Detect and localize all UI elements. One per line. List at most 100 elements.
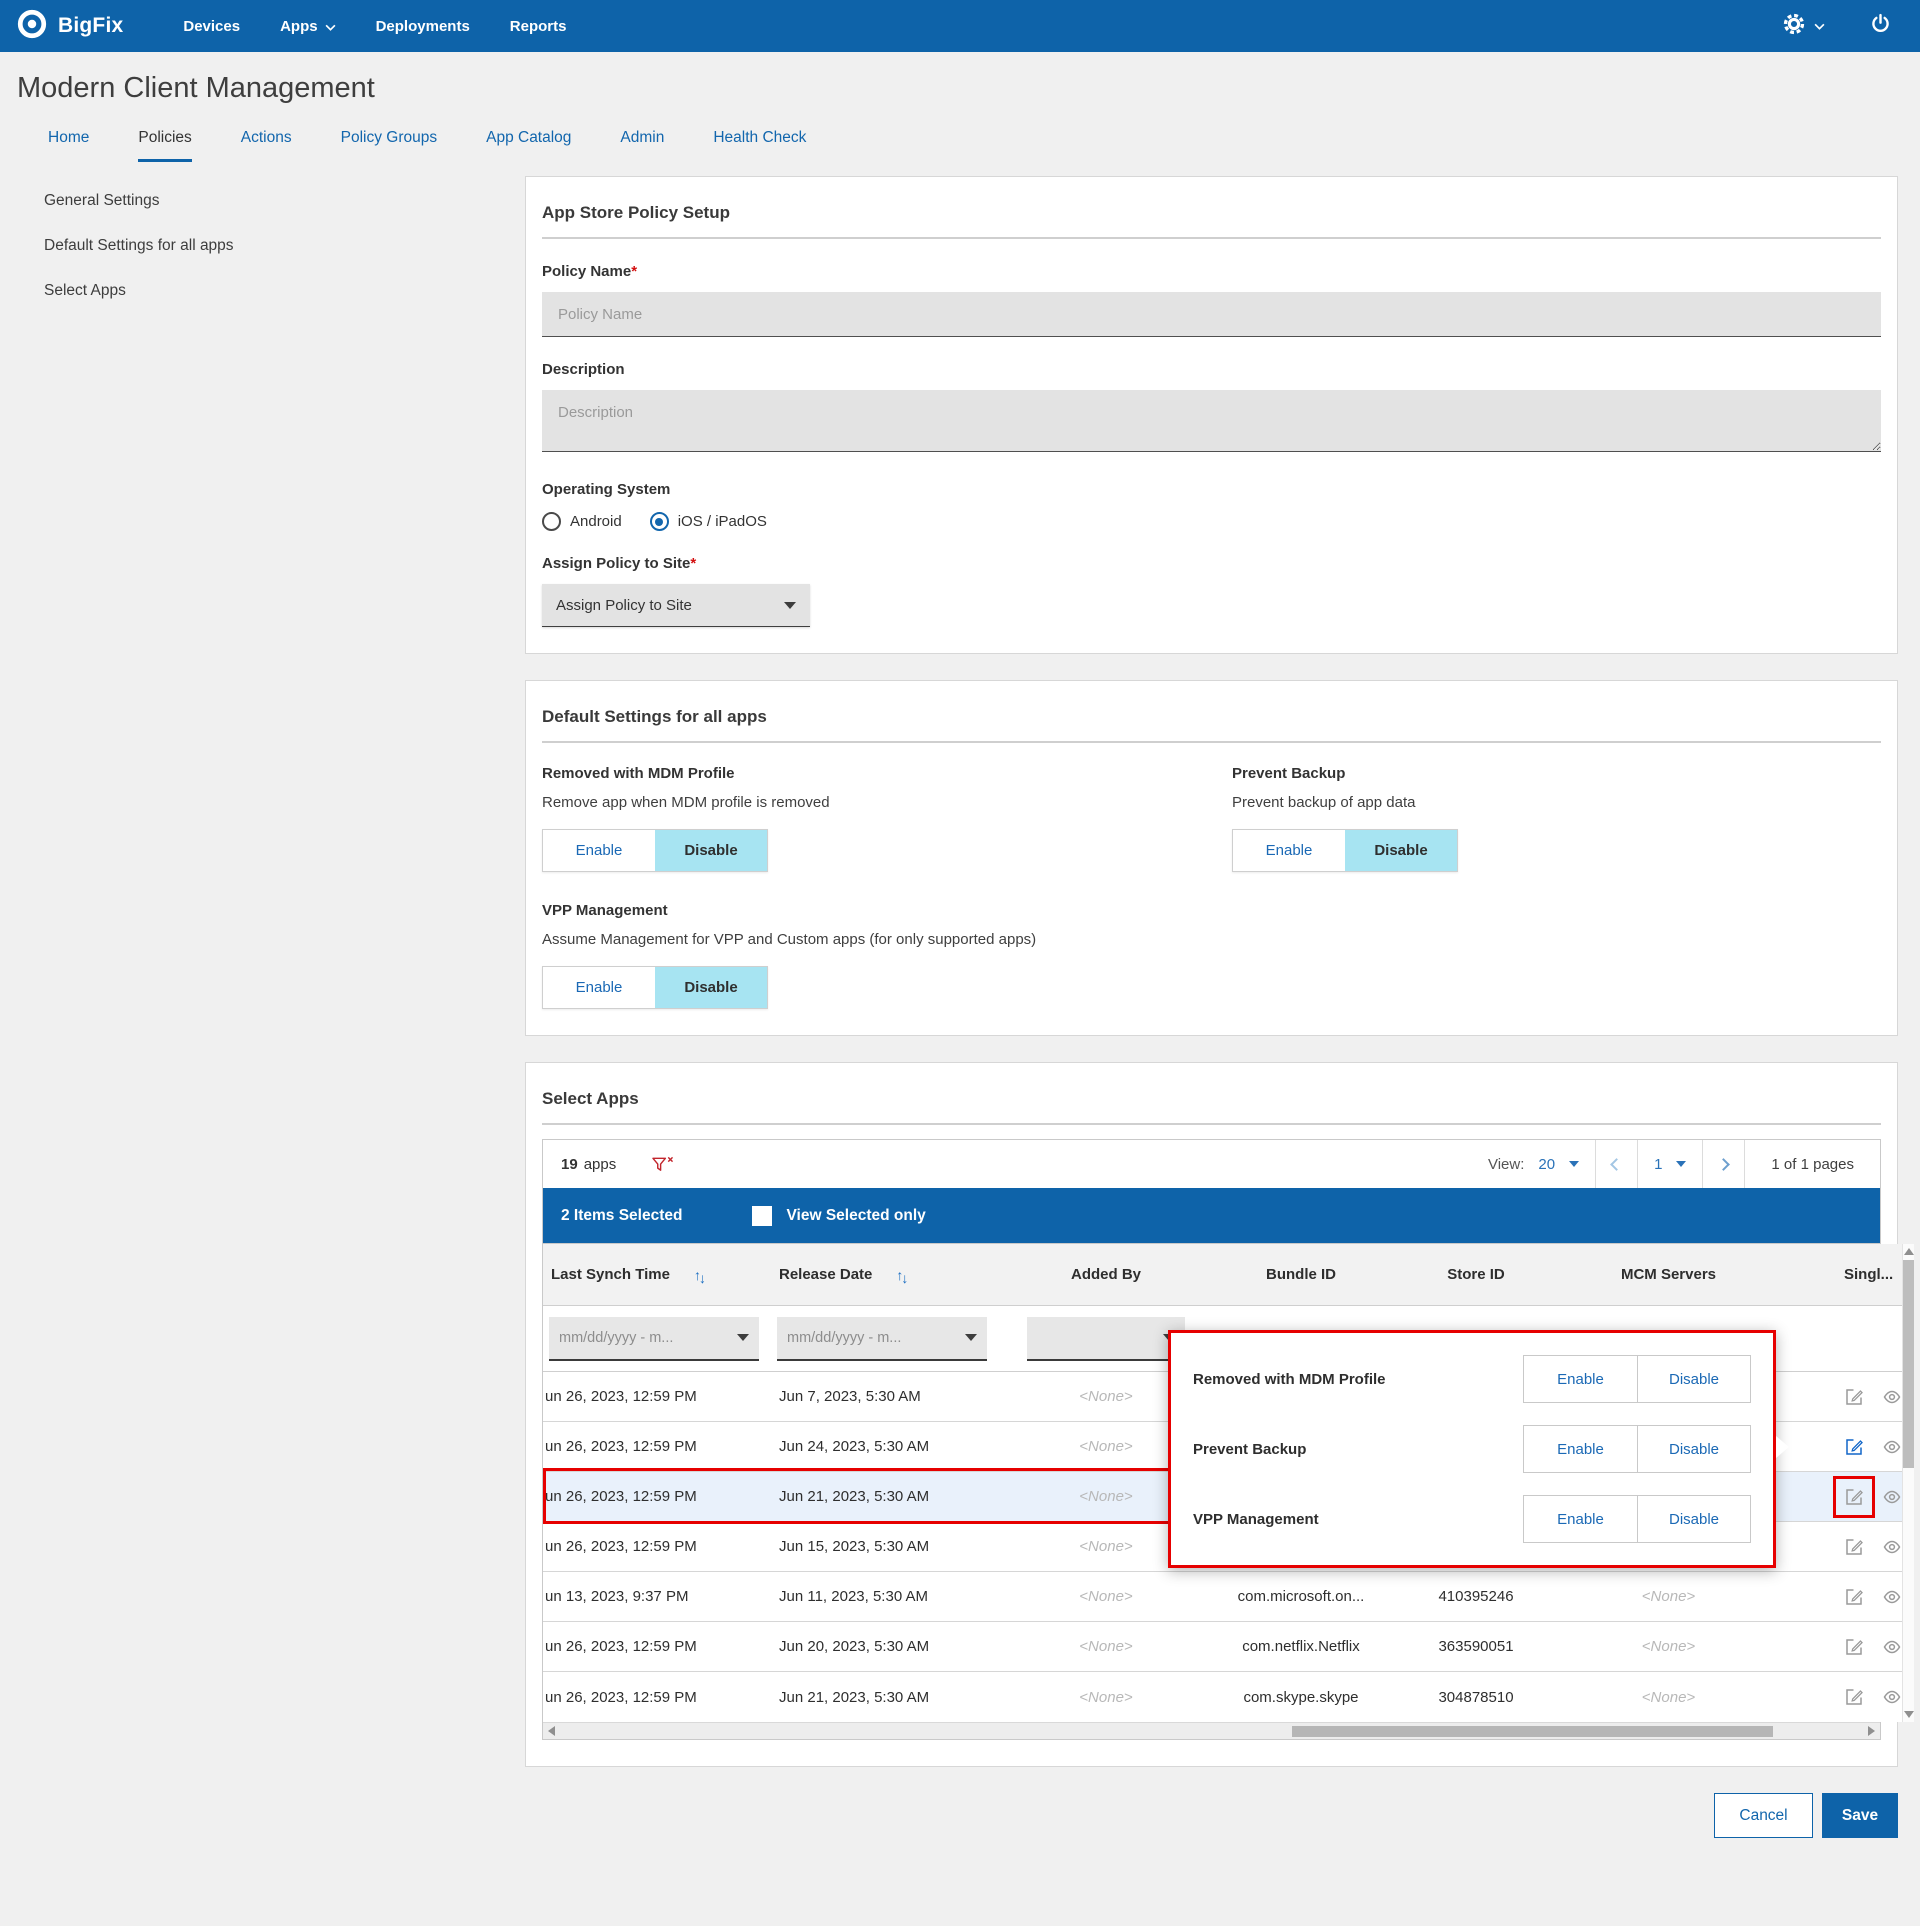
- col-header-single-app-mode[interactable]: Singl...: [1776, 1266, 1902, 1283]
- nav-deployments[interactable]: Deployments: [376, 18, 470, 35]
- eye-icon[interactable]: [1882, 1687, 1902, 1707]
- enable-button[interactable]: Enable: [1524, 1356, 1637, 1402]
- disable-button[interactable]: Disable: [1637, 1356, 1750, 1402]
- release-date-filter[interactable]: mm/dd/yyyy - m...: [777, 1316, 987, 1361]
- radio-ios-circle[interactable]: [649, 512, 669, 531]
- removed-with-mdm-toggle: Enable Disable: [542, 829, 768, 872]
- chevron-down-icon[interactable]: [1569, 1161, 1580, 1167]
- logout-button[interactable]: [1869, 12, 1892, 40]
- nav-apps[interactable]: Apps: [280, 18, 336, 35]
- scroll-down-icon[interactable]: [1903, 1711, 1914, 1718]
- edit-icon-annotated[interactable]: [1833, 1475, 1875, 1518]
- eye-icon[interactable]: [1882, 1437, 1902, 1457]
- tab-policy-groups[interactable]: Policy Groups: [341, 129, 437, 162]
- next-page-button[interactable]: [1702, 1140, 1744, 1188]
- col-header-release-date[interactable]: Release Date ↑↓: [771, 1266, 1001, 1286]
- disable-button[interactable]: Disable: [1345, 830, 1457, 871]
- edit-icon[interactable]: [1844, 1687, 1864, 1707]
- sidebar: General Settings Default Settings for al…: [44, 192, 474, 327]
- sort-icon[interactable]: ↑↓: [694, 1267, 706, 1286]
- top-bar: BigFix Devices Apps Deployments Reports: [0, 0, 1920, 52]
- enable-button[interactable]: Enable: [543, 967, 655, 1008]
- page-size-selector[interactable]: View: 20: [1472, 1140, 1595, 1188]
- sidebar-item-general-settings[interactable]: General Settings: [44, 192, 474, 210]
- settings-menu-button[interactable]: [1782, 12, 1825, 41]
- horizontal-scrollbar[interactable]: [543, 1722, 1880, 1739]
- page-number-selector[interactable]: 1: [1637, 1140, 1702, 1188]
- cancel-button[interactable]: Cancel: [1714, 1793, 1813, 1838]
- tab-admin[interactable]: Admin: [620, 129, 664, 162]
- enable-button[interactable]: Enable: [1524, 1496, 1637, 1542]
- nav-reports[interactable]: Reports: [510, 18, 567, 35]
- sidebar-item-select-apps[interactable]: Select Apps: [44, 282, 474, 300]
- scroll-up-icon[interactable]: [1903, 1248, 1914, 1255]
- chevron-down-icon[interactable]: [1676, 1161, 1687, 1167]
- chevron-down-icon: [325, 18, 336, 35]
- tab-health-check[interactable]: Health Check: [713, 129, 806, 162]
- enable-button[interactable]: Enable: [1524, 1426, 1637, 1472]
- items-selected-text: 2 Items Selected: [561, 1206, 683, 1224]
- save-button[interactable]: Save: [1822, 1793, 1898, 1838]
- edit-icon[interactable]: [1844, 1587, 1864, 1607]
- edit-icon[interactable]: [1844, 1387, 1864, 1407]
- eye-icon[interactable]: [1882, 1537, 1902, 1557]
- radio-android-circle[interactable]: [542, 512, 561, 531]
- col-header-bundle-id[interactable]: Bundle ID: [1211, 1266, 1391, 1283]
- brand-name: BigFix: [58, 14, 124, 37]
- table-row[interactable]: un 26, 2023, 12:59 PM Jun 21, 2023, 5:30…: [543, 1672, 1902, 1722]
- disable-button[interactable]: Disable: [655, 830, 767, 871]
- radio-android[interactable]: Android: [542, 512, 622, 531]
- sidebar-item-default-settings[interactable]: Default Settings for all apps: [44, 237, 474, 255]
- policy-name-input[interactable]: [542, 292, 1881, 337]
- tab-policies[interactable]: Policies: [138, 129, 192, 162]
- sort-icon[interactable]: ↑↓: [896, 1267, 908, 1286]
- tab-home[interactable]: Home: [48, 129, 89, 162]
- eye-icon[interactable]: [1882, 1587, 1902, 1607]
- col-header-store-id[interactable]: Store ID: [1391, 1266, 1561, 1283]
- disable-button[interactable]: Disable: [1637, 1426, 1750, 1472]
- scroll-left-icon[interactable]: [548, 1726, 555, 1736]
- clear-filter-icon[interactable]: [650, 1154, 676, 1175]
- scroll-right-icon[interactable]: [1868, 1726, 1875, 1736]
- col-header-mcm-servers[interactable]: MCM Servers: [1561, 1266, 1776, 1283]
- last-synch-date-filter[interactable]: mm/dd/yyyy - m...: [549, 1316, 759, 1361]
- eye-icon[interactable]: [1882, 1637, 1902, 1657]
- vertical-scrollbar[interactable]: [1902, 1244, 1914, 1722]
- chevron-down-icon: [965, 1334, 977, 1341]
- enable-button[interactable]: Enable: [543, 830, 655, 871]
- page-title: Modern Client Management: [17, 72, 375, 104]
- table-toolbar: 19 apps View: 20 1 1 of 1 pages: [543, 1140, 1880, 1188]
- added-by-filter[interactable]: [1027, 1316, 1185, 1361]
- enable-button[interactable]: Enable: [1233, 830, 1345, 871]
- prevent-backup-buttons: Enable Disable: [1523, 1425, 1751, 1473]
- col-header-last-synch-time[interactable]: Last Synch Time ↑↓: [543, 1266, 771, 1286]
- table-row[interactable]: un 26, 2023, 12:59 PM Jun 20, 2023, 5:30…: [543, 1622, 1902, 1672]
- disable-button[interactable]: Disable: [655, 967, 767, 1008]
- edit-icon[interactable]: [1844, 1537, 1864, 1557]
- assign-policy-dropdown[interactable]: Assign Policy to Site: [542, 584, 810, 627]
- form-actions: Cancel Save: [525, 1793, 1898, 1838]
- nav-devices[interactable]: Devices: [183, 18, 240, 35]
- view-selected-only-checkbox[interactable]: [752, 1205, 773, 1226]
- tab-actions[interactable]: Actions: [241, 129, 292, 162]
- disable-button[interactable]: Disable: [1637, 1496, 1750, 1542]
- col-header-added-by[interactable]: Added By: [1001, 1266, 1211, 1283]
- eye-icon[interactable]: [1882, 1487, 1902, 1507]
- vertical-scroll-thumb[interactable]: [1903, 1260, 1914, 1468]
- radio-ios-ipados[interactable]: iOS / iPadOS: [649, 512, 767, 531]
- table-row[interactable]: un 13, 2023, 9:37 PM Jun 11, 2023, 5:30 …: [543, 1572, 1902, 1622]
- eye-icon[interactable]: [1882, 1387, 1902, 1407]
- tab-app-catalog[interactable]: App Catalog: [486, 129, 571, 162]
- power-icon: [1869, 12, 1892, 40]
- horizontal-scroll-thumb[interactable]: [1291, 1726, 1774, 1737]
- gear-icon: [1782, 12, 1806, 41]
- edit-icon[interactable]: [1844, 1637, 1864, 1657]
- edit-icon-active[interactable]: [1844, 1437, 1864, 1457]
- pagination: View: 20 1 1 of 1 pages: [1472, 1140, 1880, 1188]
- main-column: App Store Policy Setup Policy Name* Desc…: [525, 176, 1914, 1838]
- divider: [542, 1123, 1881, 1125]
- page-info: 1 of 1 pages: [1744, 1140, 1880, 1188]
- bigfix-logo[interactable]: BigFix: [16, 8, 123, 45]
- prev-page-button[interactable]: [1595, 1140, 1637, 1188]
- description-input[interactable]: [542, 390, 1881, 452]
